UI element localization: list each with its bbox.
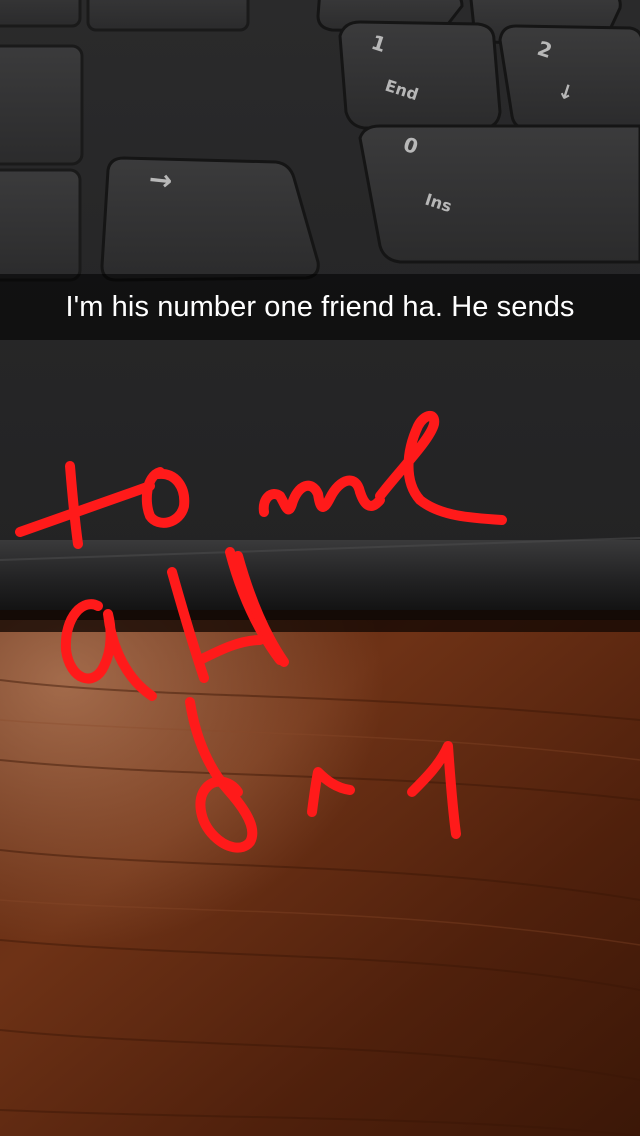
snap-caption-text: I'm his number one friend ha. He sends: [65, 290, 575, 323]
snap-photo: 1 End 2 ↓ 0 Ins →: [0, 0, 640, 1136]
key-left-mid: [0, 44, 84, 166]
key-left-low: [0, 168, 82, 282]
keyboard-front-edge: [0, 540, 640, 620]
key-top-left-b: [86, 0, 250, 32]
key-top-left-a: [0, 0, 82, 28]
right-arrow-key-cap: [100, 156, 320, 282]
numpad-0-ins-key-cap: [358, 124, 640, 264]
right-arrow-legend: →: [147, 162, 174, 197]
keyboard-shadow: [0, 610, 640, 632]
numpad-1-end-key-cap: [338, 20, 502, 130]
snap-caption-bar[interactable]: I'm his number one friend ha. He sends: [0, 274, 640, 340]
numpad-2-down-key-cap: [498, 24, 640, 132]
snap-viewer[interactable]: 1 End 2 ↓ 0 Ins → I'm his number one fri…: [0, 0, 640, 1136]
